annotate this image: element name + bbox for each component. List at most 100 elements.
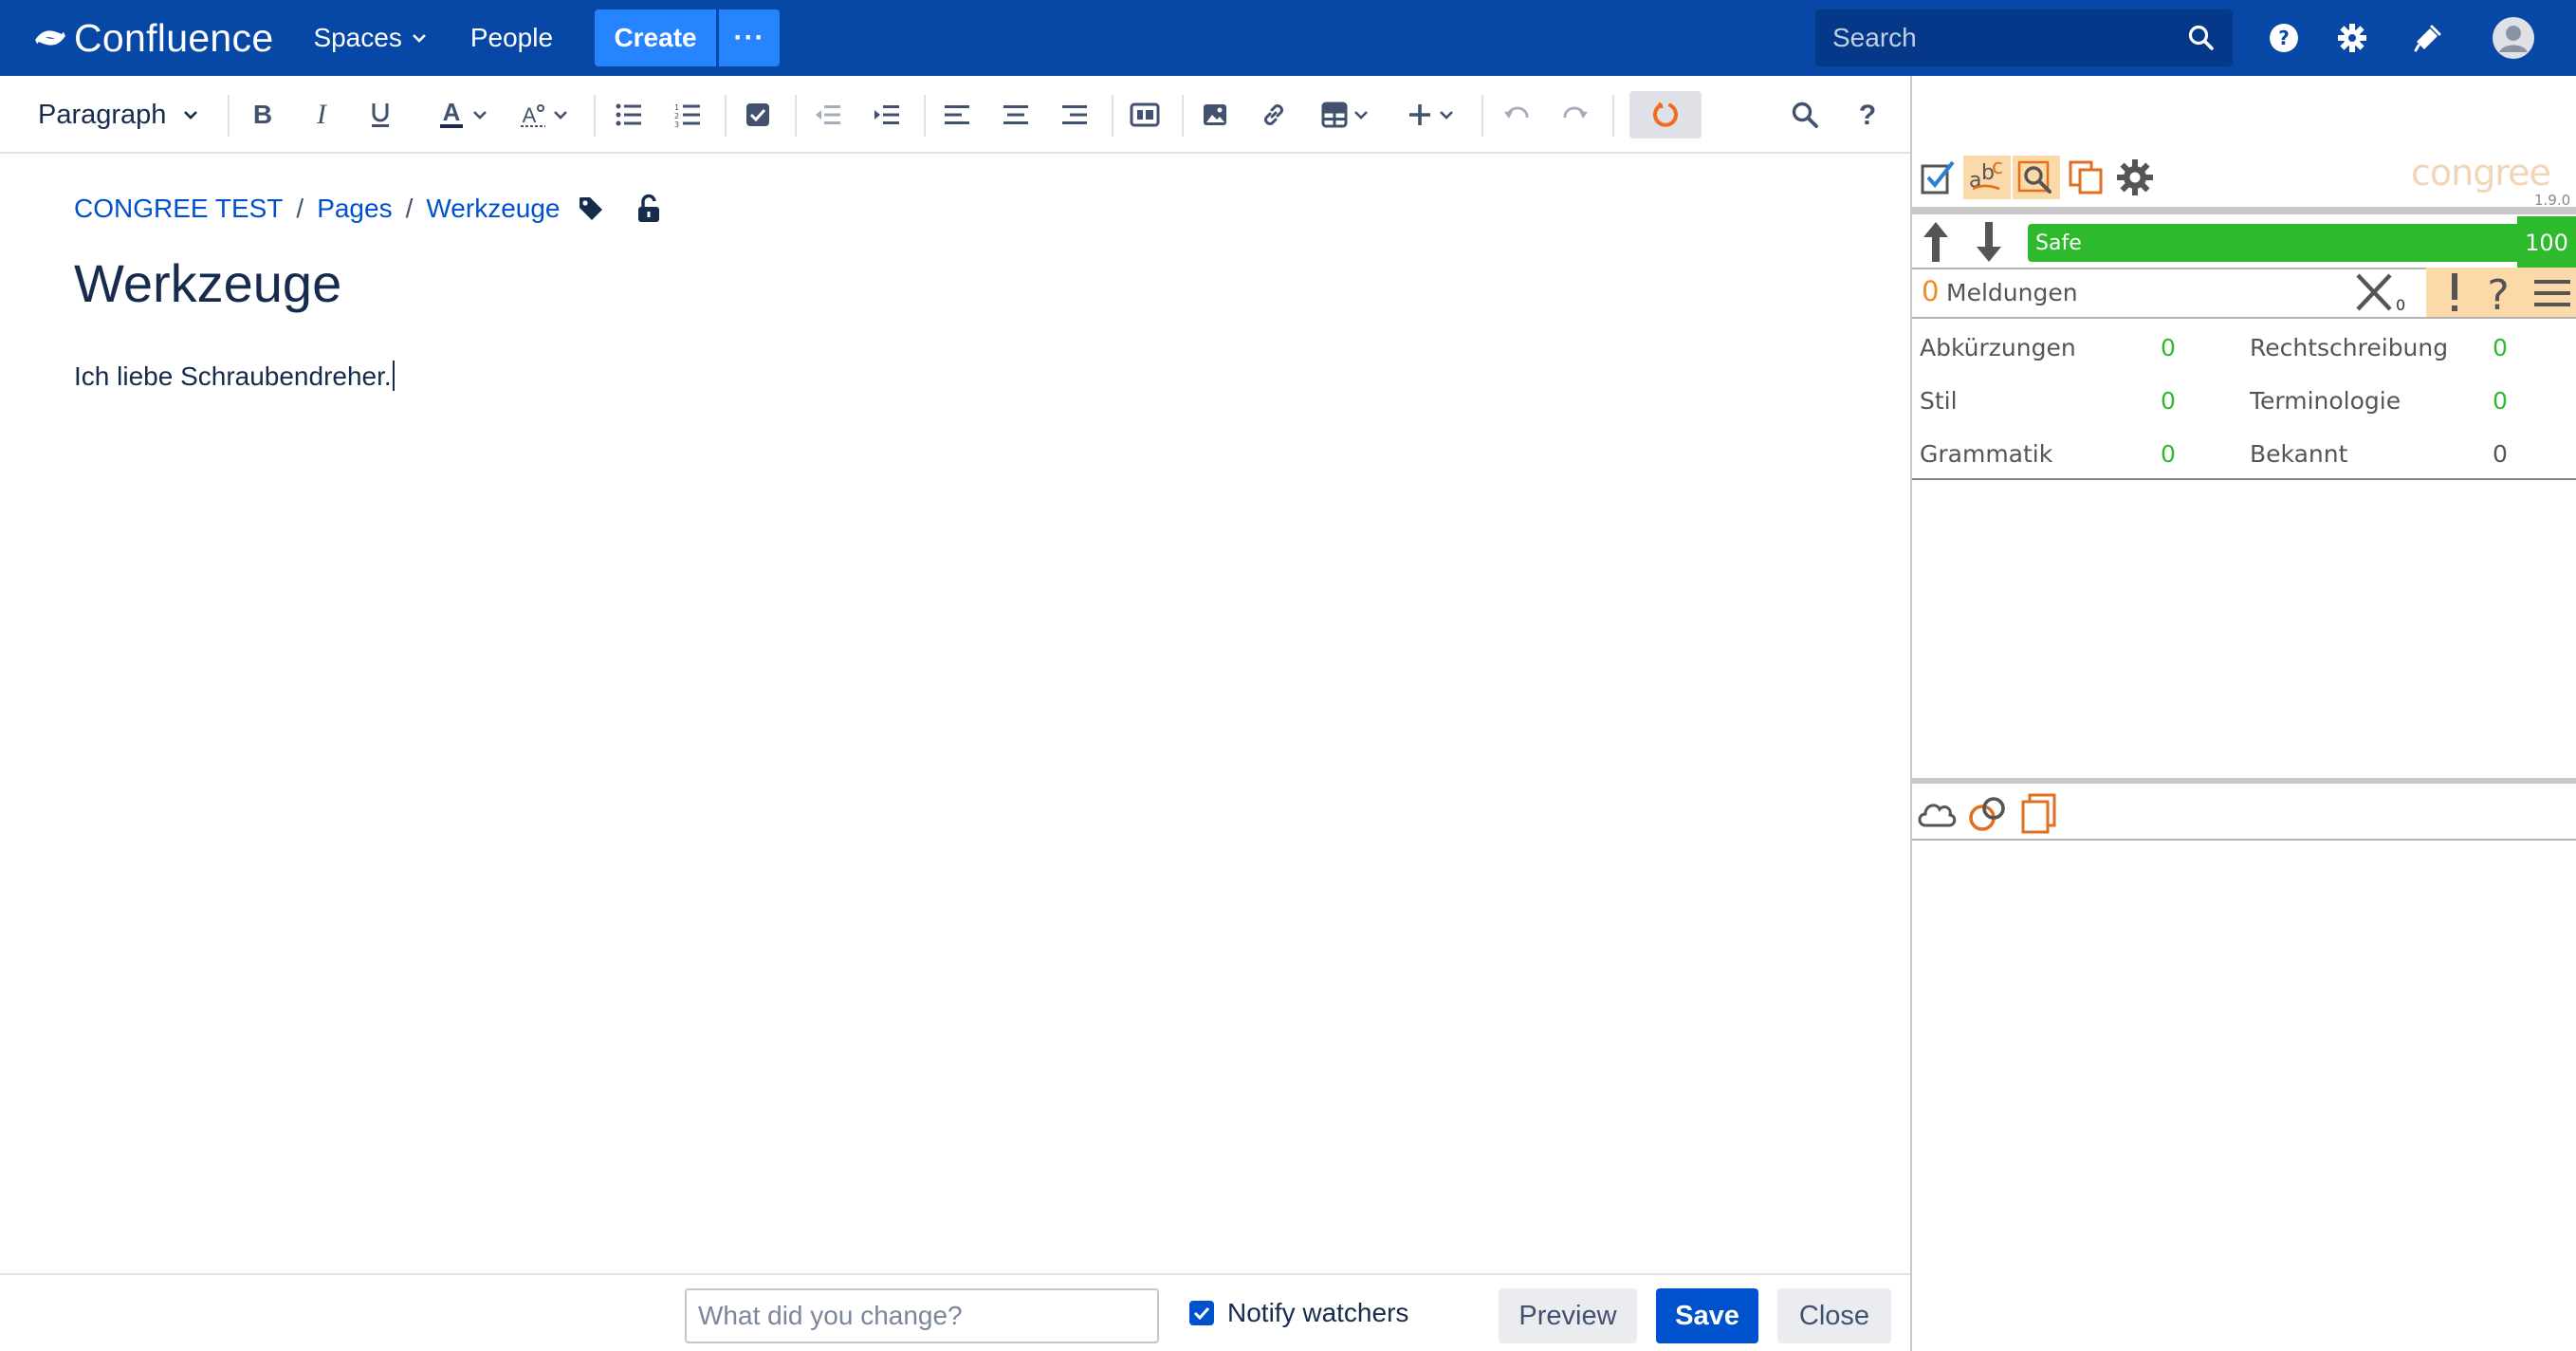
checkmark-icon [1193, 1306, 1210, 1320]
stat-label-abbreviations[interactable]: Abkürzungen [1920, 334, 2076, 361]
search-icon[interactable] [2187, 24, 2216, 52]
svg-text:?: ? [1859, 101, 1876, 129]
search-box[interactable] [1815, 9, 2233, 66]
insert-more-icon[interactable] [1398, 91, 1463, 139]
safety-status-label: Safe [2035, 231, 2082, 255]
notify-watchers-toggle[interactable]: Notify watchers [1189, 1298, 1408, 1328]
unlock-icon[interactable] [635, 194, 662, 228]
bullet-list-icon[interactable] [609, 91, 649, 139]
panel-separator [1912, 839, 2576, 841]
stat-label-style[interactable]: Stil [1920, 387, 1958, 415]
undo-icon[interactable] [1497, 91, 1536, 139]
editor-footer-bar: Notify watchers Preview Save Close [0, 1273, 1912, 1351]
people-link[interactable]: People [457, 9, 566, 66]
save-button[interactable]: Save [1656, 1288, 1758, 1343]
editor-body[interactable]: Ich liebe Schraubendreher. [74, 361, 395, 392]
check-document-icon[interactable] [1914, 156, 1961, 199]
stat-value-spelling: 0 [2493, 334, 2508, 361]
link-icon[interactable] [1254, 91, 1294, 139]
breadcrumb-pages-link[interactable]: Pages [317, 194, 392, 224]
top-navigation-bar: Confluence Spaces People Create ··· ? [0, 0, 2576, 76]
user-avatar[interactable] [2491, 15, 2536, 61]
congree-refresh-icon[interactable] [1629, 91, 1702, 139]
menu-icon[interactable] [2534, 279, 2570, 311]
page-title[interactable]: Werkzeuge [74, 252, 341, 314]
dismiss-messages-icon[interactable] [2354, 269, 2396, 317]
underline-icon[interactable] [360, 91, 400, 139]
help-icon[interactable]: ? [1848, 91, 1887, 139]
align-right-icon[interactable] [1055, 91, 1095, 139]
panel-separator [1912, 778, 2576, 784]
preview-button[interactable]: Preview [1499, 1288, 1637, 1343]
image-icon[interactable] [1195, 91, 1235, 139]
more-dots-icon: ··· [733, 22, 765, 53]
outdent-icon[interactable] [808, 91, 848, 139]
stat-label-spelling[interactable]: Rechtschreibung [2250, 334, 2448, 361]
svg-text:c: c [1992, 158, 2003, 179]
breadcrumb-space-link[interactable]: CONGREE TEST [74, 194, 283, 224]
congree-bottom-toolbar [1912, 786, 2576, 844]
stat-value-terminology: 0 [2493, 387, 2508, 415]
paragraph-style-label: Paragraph [38, 99, 167, 130]
settings-gear-icon[interactable] [2333, 19, 2371, 57]
settings-gear-icon[interactable] [2111, 156, 2159, 199]
svg-text:a: a [1969, 169, 1981, 193]
copy-pages-icon[interactable] [2062, 156, 2109, 199]
breadcrumb-page-link[interactable]: Werkzeuge [426, 194, 560, 224]
spaces-label: Spaces [313, 23, 402, 52]
notify-checkbox[interactable] [1189, 1301, 1214, 1325]
stat-label-known[interactable]: Bekannt [2250, 440, 2347, 468]
breadcrumb-separator: / [296, 194, 304, 223]
search-input[interactable] [1832, 23, 2187, 53]
text-color-icon[interactable]: A [429, 91, 497, 139]
text-style-icon[interactable]: A [512, 91, 575, 139]
spelling-check-icon[interactable]: abc [1963, 156, 2011, 199]
svg-text:?: ? [2278, 27, 2290, 49]
align-center-icon[interactable] [996, 91, 1036, 139]
stat-label-grammar[interactable]: Grammatik [1920, 440, 2052, 468]
create-more-button[interactable]: ··· [719, 9, 781, 66]
linked-rings-icon[interactable] [1967, 793, 2009, 839]
italic-icon[interactable]: I [302, 91, 341, 139]
close-label: Close [1798, 1300, 1870, 1331]
editor-paragraph[interactable]: Ich liebe Schraubendreher. [74, 361, 392, 391]
people-label: People [469, 23, 554, 52]
messages-label: Meldungen [1946, 279, 2078, 306]
previous-arrow-icon[interactable] [1920, 218, 1952, 269]
redo-icon[interactable] [1555, 91, 1595, 139]
spaces-menu[interactable]: Spaces [300, 9, 439, 66]
next-arrow-icon[interactable] [1973, 218, 2005, 269]
term-search-icon[interactable] [2013, 156, 2060, 199]
important-filter-icon[interactable] [2445, 271, 2464, 317]
bold-icon[interactable]: B [243, 91, 283, 139]
table-icon[interactable] [1313, 91, 1377, 139]
change-comment-input[interactable] [685, 1288, 1159, 1343]
label-tag-icon[interactable] [577, 194, 605, 228]
question-filter-icon[interactable]: ? [2481, 271, 2515, 320]
numbered-list-icon[interactable]: 123 [668, 91, 708, 139]
help-icon[interactable]: ? [2265, 19, 2303, 57]
layout-icon[interactable] [1125, 91, 1165, 139]
chevron-down-icon [412, 34, 426, 43]
congree-panel: abc congree 1.9.0 Safe 100 0 Meldungen 0… [1912, 76, 2576, 1351]
toolbar-separator [1112, 95, 1113, 137]
create-button[interactable]: Create [595, 9, 717, 66]
pages-copy-icon[interactable] [2020, 793, 2058, 839]
stat-label-terminology[interactable]: Terminologie [2250, 387, 2401, 415]
align-left-icon[interactable] [937, 91, 977, 139]
svg-text:1: 1 [674, 103, 679, 112]
chevron-down-icon [1440, 111, 1453, 120]
paragraph-style-select[interactable]: Paragraph [28, 91, 211, 139]
cloud-icon[interactable] [1916, 795, 1958, 837]
find-replace-icon[interactable] [1785, 91, 1825, 139]
close-button[interactable]: Close [1777, 1288, 1891, 1343]
confluence-logo[interactable]: Confluence [34, 16, 273, 61]
chevron-down-icon [1354, 111, 1368, 120]
panel-separator [1912, 317, 2576, 319]
confluence-logo-icon [35, 30, 65, 46]
indent-icon[interactable] [867, 91, 907, 139]
task-list-icon[interactable] [738, 91, 778, 139]
avatar-icon [2493, 17, 2534, 59]
notifications-megaphone-icon[interactable] [2409, 19, 2447, 57]
